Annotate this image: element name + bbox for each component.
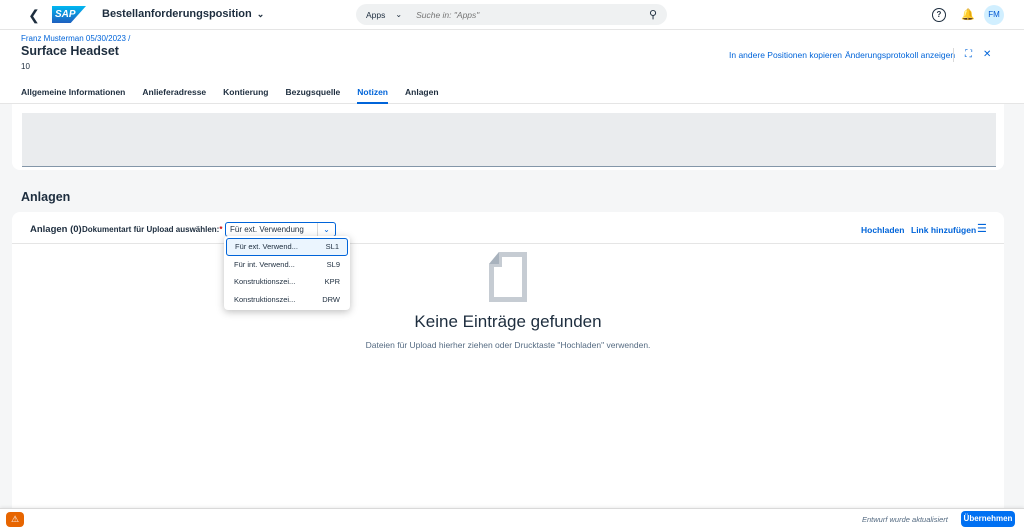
- empty-state-title: Keine Einträge gefunden: [414, 312, 602, 331]
- chevron-down-icon[interactable]: ⌄: [317, 223, 335, 236]
- header-divider: [953, 48, 954, 62]
- apply-button[interactable]: Übernehmen: [961, 511, 1015, 527]
- footer-toolbar: ⚠ Entwurf wurde aktualisiert Übernehmen: [0, 508, 1024, 531]
- chevron-down-icon: ⌄: [256, 8, 265, 19]
- empty-state-description: Dateien für Upload hierher ziehen oder D…: [365, 340, 651, 350]
- attachments-card: Anlagen (0) Dokumentart für Upload auswä…: [12, 212, 1004, 508]
- notes-text-area[interactable]: [22, 113, 996, 167]
- attachments-toolbar: Anlagen (0) Dokumentart für Upload auswä…: [12, 212, 1004, 244]
- tab-delivery-address[interactable]: Anlieferadresse: [142, 83, 206, 104]
- search-icon[interactable]: ⚲: [649, 8, 657, 21]
- search-scope-label: Apps: [366, 9, 386, 20]
- close-icon[interactable]: ✕: [983, 49, 991, 60]
- page-title: Surface Headset: [21, 44, 119, 58]
- tab-attachments[interactable]: Anlagen: [405, 83, 439, 104]
- chevron-down-icon: ⌄: [395, 10, 403, 19]
- fullscreen-icon[interactable]: ⛶: [965, 49, 972, 60]
- tab-notes[interactable]: Notizen: [357, 83, 388, 104]
- option-code: SL1: [325, 242, 339, 252]
- message-warning-icon[interactable]: ⚠: [6, 512, 24, 527]
- table-settings-icon[interactable]: ☰: [977, 222, 987, 235]
- copy-to-other-items-button[interactable]: In andere Positionen kopieren: [729, 50, 842, 60]
- search-field: Apps ⌄ ⚲: [356, 4, 667, 25]
- option-code: KPR: [324, 277, 340, 287]
- doc-type-label-text: Dokumentart für Upload auswählen:: [82, 225, 220, 234]
- attachments-section-title: Anlagen: [21, 190, 71, 204]
- add-link-button[interactable]: Link hinzufügen: [911, 225, 976, 235]
- option-text: Konstruktionszei...: [234, 294, 296, 304]
- upload-button[interactable]: Hochladen: [861, 225, 904, 235]
- doc-type-selected-value: Für ext. Verwendung: [230, 225, 304, 234]
- shell-bar: ❮ SAP Bestellanforderungsposition ⌄ Apps…: [0, 0, 1024, 30]
- show-change-log-button[interactable]: Änderungsprotokoll anzeigen: [845, 50, 955, 60]
- help-icon[interactable]: ?: [932, 8, 946, 22]
- app-title: Bestellanforderungsposition: [102, 8, 252, 20]
- attachments-count: Anlagen (0): [30, 224, 82, 235]
- option-text: Für int. Verwend...: [234, 259, 295, 269]
- sap-logo[interactable]: SAP: [52, 6, 86, 23]
- required-marker: *: [219, 225, 223, 234]
- page-subtitle: 10: [21, 62, 30, 71]
- notes-card: [12, 104, 1004, 170]
- tab-general-information[interactable]: Allgemeine Informationen: [21, 83, 125, 104]
- back-icon[interactable]: ❮: [26, 6, 42, 24]
- user-avatar[interactable]: FM: [984, 5, 1004, 25]
- draft-status-text: Entwurf wurde aktualisiert: [862, 515, 948, 524]
- tab-account-assignment[interactable]: Kontierung: [223, 83, 268, 104]
- notification-bell-icon[interactable]: 🔔: [961, 8, 975, 22]
- search-scope-select[interactable]: Apps ⌄: [366, 10, 402, 20]
- option-code: SL9: [326, 259, 340, 269]
- breadcrumb[interactable]: Franz Musterman 05/30/2023 /: [21, 34, 130, 43]
- dropdown-option[interactable]: Für int. Verwend... SL9: [226, 256, 348, 274]
- object-page-header: Franz Musterman 05/30/2023 / Surface Hea…: [0, 30, 1024, 104]
- app-title-menu[interactable]: Bestellanforderungsposition ⌄: [102, 8, 264, 20]
- option-text: Für ext. Verwend...: [235, 242, 298, 252]
- dropdown-option[interactable]: Konstruktionszei... DRW: [226, 291, 348, 309]
- doc-type-dropdown-list: Für ext. Verwend... SL1 Für int. Verwend…: [224, 236, 350, 310]
- option-text: Konstruktionszei...: [234, 277, 296, 287]
- tab-source-of-supply[interactable]: Bezugsquelle: [286, 83, 341, 104]
- doc-type-select[interactable]: Für ext. Verwendung ⌄: [225, 222, 336, 237]
- doc-type-label: Dokumentart für Upload auswählen:*: [82, 225, 222, 234]
- section-tabs: Allgemeine Informationen Anlieferadresse…: [21, 83, 456, 104]
- option-code: DRW: [322, 294, 340, 304]
- document-icon: [489, 252, 527, 302]
- dropdown-option[interactable]: Für ext. Verwend... SL1: [226, 238, 348, 256]
- dropdown-option[interactable]: Konstruktionszei... KPR: [226, 273, 348, 291]
- search-input[interactable]: [416, 9, 637, 20]
